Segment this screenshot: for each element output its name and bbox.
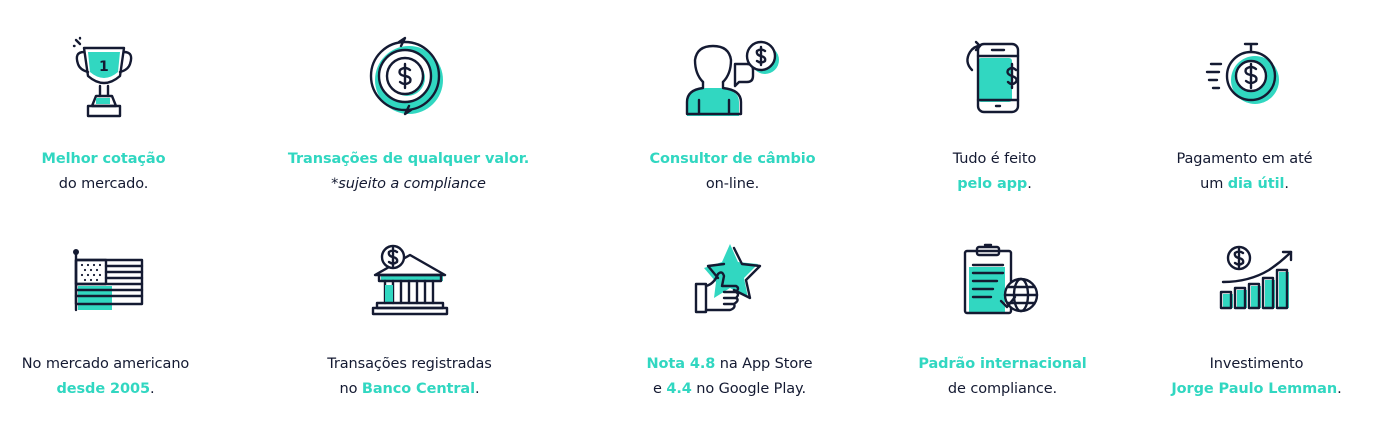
feature-line-2: *sujeito a compliance (331, 176, 486, 192)
us-flag-icon (68, 246, 144, 312)
feature-line-1: Tudo é feito (952, 151, 1037, 167)
feature-line-2: do mercado. (58, 176, 149, 192)
feature-line-2: e 4.4 no Google Play. (653, 381, 806, 397)
feature-line-1: Melhor cotação (41, 151, 166, 167)
thumbs-up-star-icon (694, 242, 766, 316)
feature-line-1: Transações de qualquer valor. (287, 151, 530, 167)
feature-line-2: desde 2005. (56, 381, 155, 397)
stopwatch-dollar-icon (1205, 38, 1285, 110)
feature-line-1: Transações registradas (327, 356, 492, 372)
trophy-digit: 1 (99, 59, 109, 75)
consultant-chat-icon (685, 40, 781, 118)
feature-line-2: Jorge Paulo Lemman. (1171, 381, 1342, 397)
feature-line-2: um dia útil. (1200, 176, 1289, 192)
bank-icon (371, 243, 449, 317)
feature-line-1: Pagamento em até (1176, 151, 1313, 167)
feature-line-2: no Banco Central. (339, 381, 480, 397)
feature-line-1: Nota 4.8 na App Store (646, 356, 813, 372)
feature-line-1: No mercado americano (21, 356, 190, 372)
investment-growth-icon (1219, 244, 1295, 312)
feature-line-2: on-line. (705, 176, 760, 192)
feature-line-1: Consultor de câmbio (649, 151, 816, 167)
mobile-app-icon (964, 40, 1026, 116)
feature-line-1: Investimento (1209, 356, 1304, 372)
compliance-clipboard-globe-icon (963, 243, 1043, 315)
feature-line-2: de compliance. (947, 381, 1058, 397)
feature-line-1: Padrão internacional (918, 356, 1087, 372)
trophy-icon: 1 (72, 36, 134, 122)
feature-line-2: pelo app. (957, 176, 1032, 192)
currency-exchange-icon (369, 36, 449, 120)
